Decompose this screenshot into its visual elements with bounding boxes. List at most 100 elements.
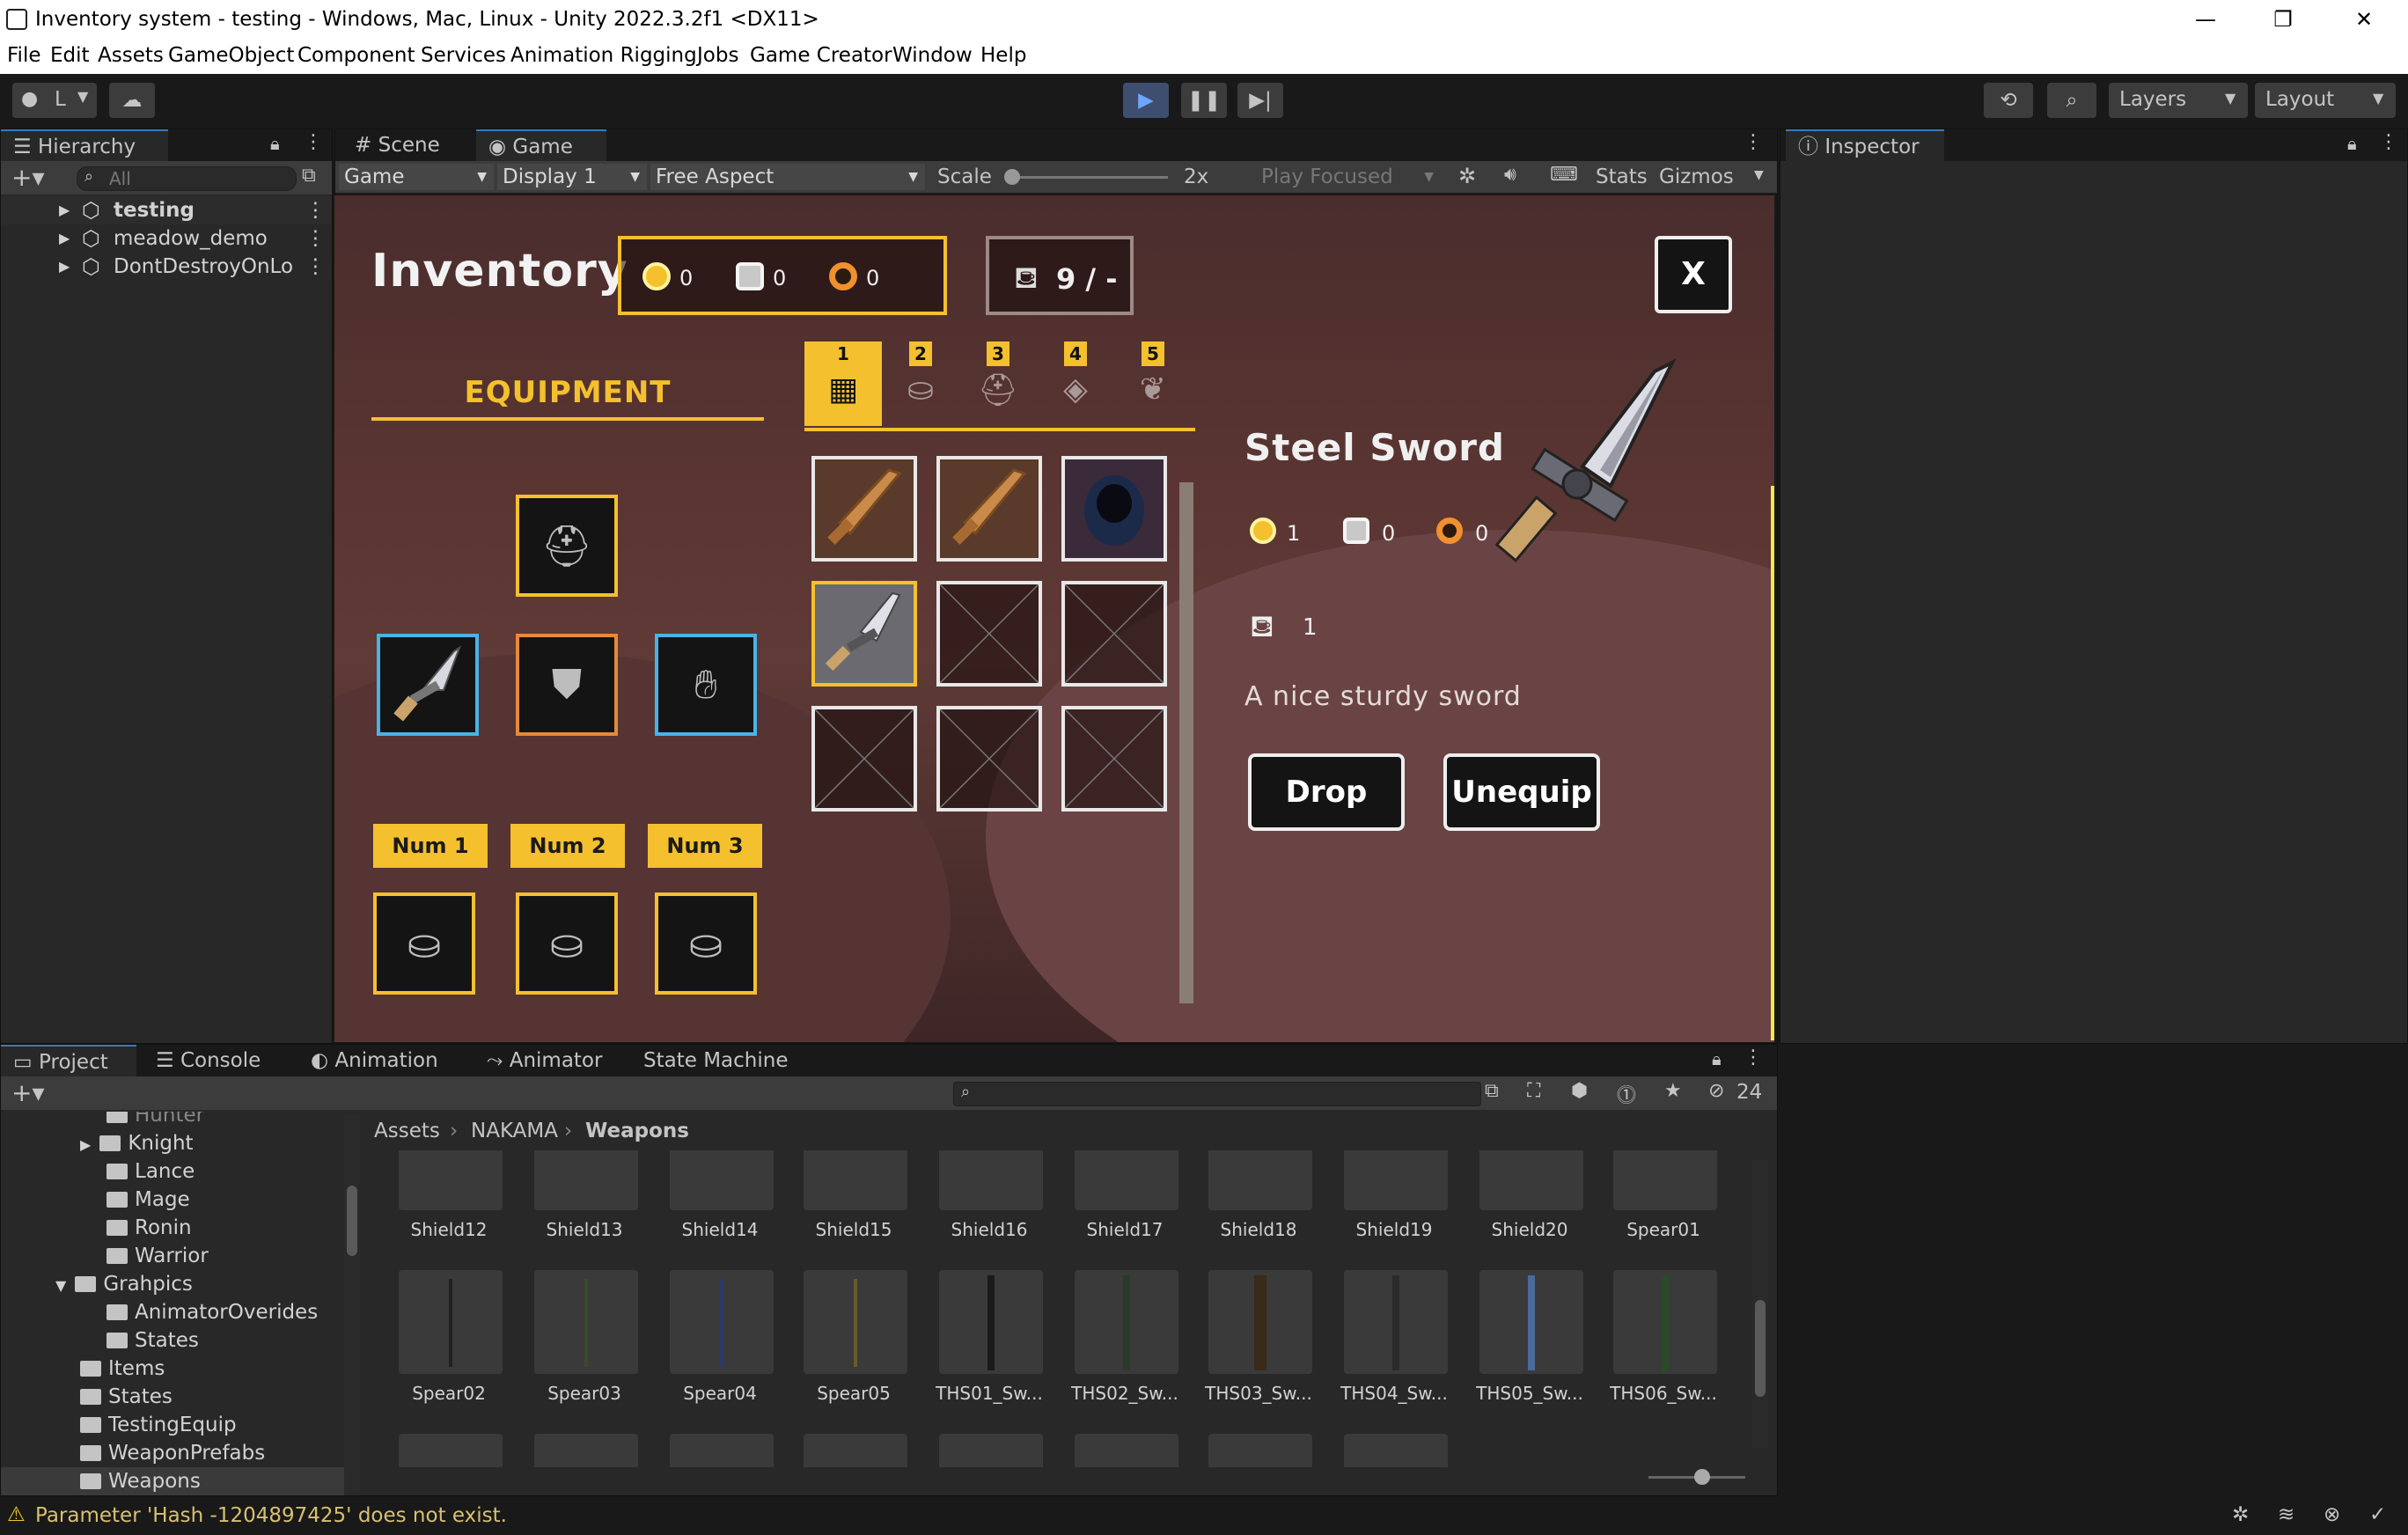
add-icon[interactable]: +▾ bbox=[11, 1078, 45, 1107]
asset-item[interactable] bbox=[518, 1434, 650, 1467]
close-inventory-button[interactable]: X bbox=[1655, 236, 1732, 313]
hierarchy-item-dontdestroyonload[interactable]: ▶ ⬡ DontDestroyOnLo ⋮ bbox=[1, 253, 332, 281]
hierarchy-item-testing[interactable]: ▶ ⬡ testing ⋮ bbox=[1, 196, 332, 224]
asset-item[interactable]: Spear05 bbox=[788, 1270, 920, 1429]
asset-item[interactable]: Shield14 bbox=[654, 1150, 786, 1265]
equip-slot-head[interactable]: ⛑ bbox=[516, 495, 618, 597]
more-options-icon[interactable]: ⋮ bbox=[304, 131, 323, 153]
tab-project[interactable]: ▭ Project bbox=[1, 1045, 136, 1076]
collapse-arrow-icon[interactable]: ▼ bbox=[55, 1277, 66, 1294]
play-focused-dropdown[interactable]: Play Focused ▼ bbox=[1256, 164, 1441, 190]
debug-icon[interactable]: ✲ bbox=[2232, 1503, 2249, 1526]
layout-dropdown[interactable]: Layout ▼ bbox=[2255, 83, 2396, 118]
more-options-icon[interactable]: ⋮ bbox=[305, 224, 326, 253]
status-message[interactable]: Parameter 'Hash -1204897425' does not ex… bbox=[35, 1504, 507, 1527]
menu-help[interactable]: Help bbox=[980, 44, 1026, 67]
tree-item-items[interactable]: Items bbox=[80, 1355, 165, 1383]
inventory-slot[interactable] bbox=[811, 456, 917, 562]
asset-item[interactable]: THS05_Sw... bbox=[1464, 1270, 1596, 1429]
asset-item[interactable]: THS04_Sw... bbox=[1328, 1270, 1460, 1429]
keyboard-icon[interactable]: ⌨ bbox=[1550, 164, 1578, 186]
category-tab-3[interactable]: 3 ⛑ bbox=[959, 342, 1037, 426]
hierarchy-search-input[interactable]: ⌕ All bbox=[77, 166, 297, 191]
network-off-icon[interactable]: ⊗ bbox=[2324, 1503, 2340, 1526]
asset-item[interactable]: Spear01 bbox=[1597, 1150, 1729, 1265]
inventory-scrollbar[interactable] bbox=[1179, 482, 1193, 1003]
lock-icon[interactable]: 🔒︎ bbox=[1712, 1048, 1722, 1069]
tab-inspector[interactable]: ⓘ Inspector bbox=[1786, 129, 1944, 161]
asset-grid-scrollbar[interactable] bbox=[1752, 1159, 1768, 1450]
tab-game[interactable]: ◉ Game bbox=[476, 129, 606, 161]
menu-edit[interactable]: Edit bbox=[50, 44, 90, 67]
tab-animator[interactable]: ⤳ Animator bbox=[474, 1045, 624, 1076]
add-icon[interactable]: +▾ bbox=[11, 163, 45, 192]
tab-hierarchy[interactable]: ☰ Hierarchy bbox=[1, 129, 168, 161]
asset-grid-scrollbar-thumb[interactable] bbox=[1755, 1300, 1766, 1397]
asset-item[interactable]: Shield16 bbox=[923, 1150, 1055, 1265]
equip-slot-body[interactable]: ⛊ bbox=[516, 634, 618, 736]
inventory-slot-empty[interactable] bbox=[811, 706, 917, 812]
asset-item[interactable] bbox=[1193, 1434, 1325, 1467]
game-mode-dropdown[interactable]: Game ▼ bbox=[339, 164, 494, 190]
tree-item-weapons[interactable]: Weapons bbox=[1, 1467, 344, 1495]
tree-item-mage[interactable]: Mage bbox=[106, 1186, 190, 1214]
more-options-icon[interactable]: ⋮ bbox=[305, 253, 326, 281]
tree-item-knight[interactable]: ▶ Knight bbox=[80, 1129, 194, 1157]
inventory-slot[interactable] bbox=[936, 456, 1042, 562]
inventory-slot-empty[interactable] bbox=[1061, 706, 1167, 812]
asset-item[interactable] bbox=[1059, 1434, 1191, 1467]
num1-button[interactable]: Num 1 bbox=[373, 824, 488, 868]
tree-item-states[interactable]: States bbox=[80, 1383, 173, 1411]
history-button[interactable]: ⟲ bbox=[1984, 83, 2033, 118]
alert-icon[interactable]: ⓵ bbox=[1617, 1080, 1636, 1108]
menu-window[interactable]: Window bbox=[892, 44, 973, 67]
inventory-slot-empty[interactable] bbox=[936, 581, 1042, 687]
search-button[interactable]: ⌕ bbox=[2047, 83, 2096, 118]
asset-item[interactable]: Shield20 bbox=[1464, 1150, 1596, 1265]
label-tag-icon[interactable]: ⬢ bbox=[1571, 1080, 1588, 1102]
tree-item-testingequip[interactable]: TestingEquip bbox=[80, 1411, 237, 1439]
stats-button[interactable]: Stats bbox=[1596, 165, 1648, 188]
category-tab-4[interactable]: 4 ◈ bbox=[1037, 342, 1114, 426]
equip-slot-weapon[interactable] bbox=[377, 634, 479, 736]
menu-jobs[interactable]: Jobs bbox=[697, 44, 738, 67]
expand-arrow-icon[interactable]: ▶ bbox=[59, 196, 70, 224]
asset-item[interactable] bbox=[654, 1434, 786, 1467]
tree-item-warrior[interactable]: Warrior bbox=[106, 1242, 209, 1270]
tree-item-grahpics[interactable]: ▼ Grahpics bbox=[55, 1270, 193, 1298]
asset-item[interactable]: Shield18 bbox=[1193, 1150, 1325, 1265]
chevron-down-icon[interactable]: ▼ bbox=[1754, 168, 1764, 182]
check-circle-icon[interactable]: ✓ bbox=[2369, 1503, 2386, 1526]
category-tab-5[interactable]: 5 ❦ bbox=[1114, 342, 1192, 426]
tree-item-weaponprefabs[interactable]: WeaponPrefabs bbox=[80, 1439, 265, 1467]
hierarchy-item-meadow-demo[interactable]: ▶ ⬡ meadow_demo ⋮ bbox=[1, 224, 332, 253]
asset-item[interactable] bbox=[788, 1434, 920, 1467]
inventory-slot-selected[interactable] bbox=[811, 581, 917, 687]
asset-item[interactable]: Shield13 bbox=[518, 1150, 650, 1265]
asset-item[interactable]: THS06_Sw... bbox=[1597, 1270, 1729, 1429]
drop-button[interactable]: Drop bbox=[1248, 753, 1405, 831]
quick-slot-2[interactable]: ⛀ bbox=[516, 892, 618, 995]
tree-item-states-graphics[interactable]: States bbox=[106, 1326, 199, 1355]
more-options-icon[interactable]: ⋮ bbox=[1744, 1047, 1763, 1069]
account-button[interactable]: ● L ▼ bbox=[12, 83, 97, 118]
step-button[interactable]: ▶| bbox=[1237, 83, 1283, 118]
expand-arrow-icon[interactable]: ▶ bbox=[59, 253, 70, 281]
close-window-button[interactable]: ✕ bbox=[2338, 4, 2390, 35]
menu-animation-rigging[interactable]: Animation Rigging bbox=[510, 44, 697, 67]
breadcrumb-weapons[interactable]: Weapons bbox=[585, 1115, 689, 1147]
tab-animation[interactable]: ◐ Animation bbox=[298, 1045, 457, 1076]
expand-arrow-icon[interactable]: ▶ bbox=[59, 224, 70, 253]
more-options-icon[interactable]: ⋮ bbox=[1744, 131, 1763, 153]
hidden-packages-icon[interactable]: ⊘ bbox=[1708, 1080, 1724, 1102]
scale-slider-thumb[interactable] bbox=[1004, 169, 1020, 185]
minimize-button[interactable]: — bbox=[2179, 4, 2232, 35]
asset-item[interactable]: Shield17 bbox=[1059, 1150, 1191, 1265]
equip-slot-hand[interactable]: ✋︎ bbox=[655, 634, 757, 736]
filter-by-type-icon[interactable]: ⛶ bbox=[1527, 1080, 1540, 1102]
asset-item[interactable] bbox=[923, 1434, 1055, 1467]
asset-item[interactable]: Shield19 bbox=[1328, 1150, 1460, 1265]
display-dropdown[interactable]: Display 1 ▼ bbox=[497, 164, 647, 190]
menu-gameobject[interactable]: GameObject bbox=[168, 44, 294, 67]
asset-item[interactable] bbox=[383, 1434, 515, 1467]
